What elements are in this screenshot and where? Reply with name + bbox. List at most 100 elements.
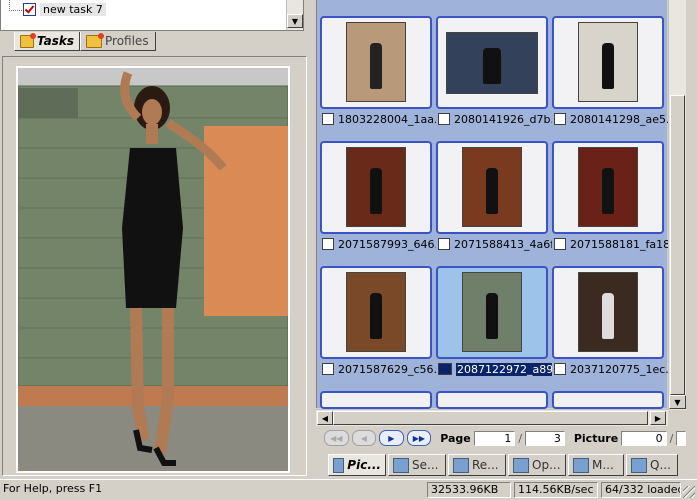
thumbnail-checkbox[interactable]	[438, 238, 450, 250]
thumbnail[interactable]	[552, 391, 664, 409]
task-tree[interactable]: new task 7 ▼	[0, 0, 304, 31]
thumbnail[interactable]	[552, 266, 664, 359]
thumbnail-image	[446, 32, 538, 94]
pictures-icon	[333, 457, 345, 473]
tab-profiles[interactable]: Profiles	[80, 32, 156, 51]
grid-scroll-down-button[interactable]: ▼	[669, 395, 686, 409]
thumbnail-filename: 2071587629_c56...	[338, 362, 436, 376]
status-loaded: 64/332 loaded	[601, 482, 681, 498]
task-checkbox[interactable]	[23, 2, 36, 16]
picture-input[interactable]: 0	[621, 430, 667, 446]
thumbnail-filename: 2080141298_ae5...	[570, 112, 668, 126]
scroll-right-button[interactable]: ▶	[650, 411, 666, 425]
tab-tasks-label: Tasks	[36, 34, 74, 48]
thumbnail-caption[interactable]: 2071587993_646...	[322, 237, 436, 251]
thumbnail-caption[interactable]: 2071587629_c56...	[322, 362, 436, 376]
status-speed: 114.56KB/sec	[514, 482, 598, 498]
scroll-left-button[interactable]: ◀	[317, 411, 333, 425]
thumbnail-filename: 2071588181_fa18...	[570, 237, 668, 251]
picture-label: Picture	[573, 431, 619, 445]
thumbnail-checkbox[interactable]	[554, 113, 566, 125]
thumbnail-filename: 2087122972_a89f...	[456, 362, 552, 376]
thumbnail[interactable]	[436, 391, 548, 409]
search-icon	[393, 457, 409, 473]
tab-options[interactable]: Op...	[508, 454, 566, 476]
thumbnail-figure	[370, 292, 382, 340]
thumbnail-image	[346, 272, 406, 352]
results-icon	[453, 457, 469, 473]
thumbnail-image	[346, 22, 406, 102]
thumbnail-filename: 2080141926_d7b...	[454, 112, 552, 126]
thumbnail-figure	[602, 42, 614, 90]
m-icon	[573, 457, 589, 473]
thumbnail[interactable]	[436, 141, 548, 234]
page-input[interactable]: 1	[473, 430, 516, 446]
tab-profiles-label: Profiles	[105, 34, 149, 48]
thumbnail[interactable]	[320, 266, 432, 359]
preview-photo	[18, 68, 288, 471]
status-help: For Help, press F1	[3, 482, 103, 495]
thumbnail[interactable]	[552, 16, 664, 109]
tab-results-label: Re...	[472, 458, 499, 472]
thumbnail-filename: 2037120775_1ec...	[570, 362, 668, 376]
page-total: 3	[525, 430, 565, 446]
thumbnail-caption[interactable]: 1803228004_1aa...	[322, 112, 436, 126]
tab-m[interactable]: M...	[568, 454, 624, 476]
task-label: new task 7	[40, 2, 106, 16]
preview-image[interactable]	[16, 66, 290, 473]
thumbnail-figure	[370, 167, 382, 215]
resize-grip[interactable]	[683, 486, 695, 498]
thumbnail[interactable]	[320, 141, 432, 234]
tab-pictures-label: Pic...	[347, 458, 381, 472]
grid-vertical-scroll-thumb[interactable]	[670, 95, 685, 395]
thumbnail-figure	[370, 42, 382, 90]
thumbnail[interactable]	[436, 16, 548, 109]
tree-connector	[9, 0, 22, 11]
tree-item-task[interactable]: new task 7	[23, 1, 106, 17]
thumbnail-caption[interactable]: 2071588181_fa18...	[554, 237, 668, 251]
tab-results[interactable]: Re...	[448, 454, 506, 476]
thumbnail[interactable]	[320, 16, 432, 109]
grid-vertical-scrollbar[interactable]: ▼	[668, 0, 686, 410]
thumbnail-figure	[602, 167, 614, 215]
grid-horizontal-scroll-thumb[interactable]	[333, 411, 648, 425]
options-icon	[513, 457, 529, 473]
thumbnail-checkbox[interactable]	[438, 363, 452, 375]
thumbnail-caption[interactable]: 2087122972_a89f...	[438, 362, 552, 376]
thumbnail-checkbox[interactable]	[554, 238, 566, 250]
tab-tasks[interactable]: Tasks	[14, 32, 80, 51]
thumbnail-filename: 2071588413_4a6f...	[454, 237, 552, 251]
next-page-button[interactable]: ▶	[379, 430, 404, 446]
thumbnail[interactable]	[552, 141, 664, 234]
tab-pictures[interactable]: Pic...	[328, 454, 386, 476]
tab-search[interactable]: Se...	[388, 454, 446, 476]
thumbnail-image	[462, 272, 522, 352]
status-size: 32533.96KB	[427, 482, 511, 498]
thumbnail-caption[interactable]: 2080141926_d7b...	[438, 112, 552, 126]
first-page-button[interactable]: ◀◀	[324, 430, 349, 446]
grid-horizontal-scrollbar[interactable]: ◀ ▶	[316, 409, 668, 426]
thumbnail-checkbox[interactable]	[322, 238, 334, 250]
thumbnail-image	[462, 147, 522, 227]
pagination-bar: ◀◀ ◀ ▶ ▶▶ Page 1 / 3 Picture 0 /	[316, 427, 686, 449]
thumbnail[interactable]	[436, 266, 548, 359]
last-page-button[interactable]: ▶▶	[406, 430, 432, 446]
tasks-icon	[20, 32, 36, 48]
tree-scrollbar[interactable]: ▼	[286, 0, 303, 30]
picture-total	[676, 430, 686, 446]
thumbnail-caption[interactable]: 2037120775_1ec...	[554, 362, 668, 376]
thumbnail-caption[interactable]: 2080141298_ae5...	[554, 112, 668, 126]
thumbnail-checkbox[interactable]	[322, 363, 334, 375]
thumbnail-checkbox[interactable]	[438, 113, 450, 125]
tab-queue[interactable]: Q...	[626, 454, 678, 476]
scroll-down-button[interactable]: ▼	[287, 14, 303, 28]
previous-page-button[interactable]: ◀	[351, 430, 377, 446]
page-separator: /	[518, 431, 523, 445]
thumbnail-image	[578, 147, 638, 227]
thumbnail-checkbox[interactable]	[322, 113, 334, 125]
thumbnail-caption[interactable]: 2071588413_4a6f...	[438, 237, 552, 251]
thumbnail-checkbox[interactable]	[554, 363, 566, 375]
tab-options-label: Op...	[532, 458, 561, 472]
queue-icon	[631, 457, 647, 473]
thumbnail[interactable]	[320, 391, 432, 409]
